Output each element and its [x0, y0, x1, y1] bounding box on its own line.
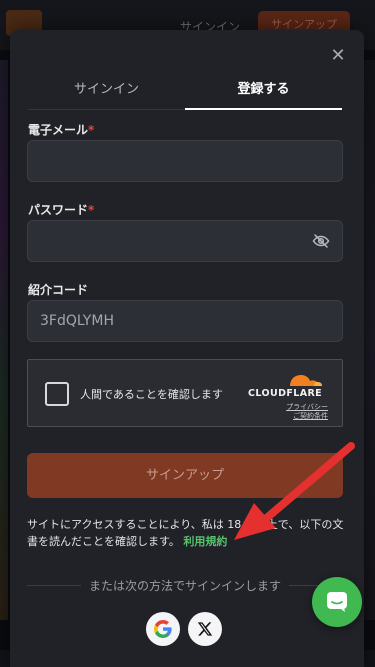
- chat-icon: [327, 592, 347, 612]
- divider-line-left: [27, 584, 81, 586]
- terms-text: サイトにアクセスすることにより、私は 18 歳以上で、以下の文書を読んだことを確…: [27, 516, 347, 550]
- auth-tabs: サインイン 登録する: [28, 76, 342, 110]
- social-divider: または次の方法でサインインします: [27, 576, 344, 594]
- google-signin-button[interactable]: [146, 612, 180, 646]
- tab-register[interactable]: 登録する: [185, 76, 342, 110]
- captcha-links: プライバシー ご契約条件: [286, 403, 328, 421]
- signup-button[interactable]: サインアップ: [27, 453, 343, 498]
- required-mark: *: [88, 123, 95, 137]
- email-field[interactable]: [27, 140, 343, 182]
- chat-support-button[interactable]: [312, 577, 362, 627]
- background-content-right: [363, 60, 375, 620]
- eye-off-icon[interactable]: [312, 232, 330, 250]
- divider-text: または次の方法でサインインします: [89, 578, 282, 593]
- password-label: パスワード*: [28, 201, 94, 218]
- captcha-checkbox[interactable]: [45, 382, 69, 406]
- privacy-link[interactable]: プライバシー: [286, 403, 328, 412]
- required-mark: *: [88, 203, 95, 217]
- captcha-label: 人間であることを確認します: [80, 388, 223, 401]
- cloudflare-captcha: 人間であることを確認します CLOUDFLARE プライバシー ご契約条件: [27, 359, 343, 427]
- password-field[interactable]: [27, 220, 343, 262]
- terms-of-use-link[interactable]: 利用規約: [183, 535, 227, 548]
- background-content-left: [0, 60, 8, 620]
- tab-signin[interactable]: サインイン: [28, 76, 185, 109]
- referral-label: 紹介コード: [28, 283, 89, 297]
- close-icon[interactable]: ✕: [326, 44, 350, 68]
- signup-modal: ✕ サインイン 登録する 電子メール* パスワード* 紹介コード 3FdQLYM…: [10, 30, 364, 667]
- x-signin-button[interactable]: [188, 612, 222, 646]
- password-label-text: パスワード: [28, 203, 89, 217]
- google-icon: [154, 620, 172, 638]
- email-label-text: 電子メール: [28, 123, 89, 137]
- x-icon: [197, 622, 213, 636]
- terms-of-service-link[interactable]: ご契約条件: [286, 412, 328, 421]
- email-label: 電子メール*: [28, 121, 94, 138]
- referral-code-field[interactable]: 3FdQLYMH: [27, 300, 343, 342]
- cloudflare-brand: CLOUDFLARE: [248, 388, 323, 399]
